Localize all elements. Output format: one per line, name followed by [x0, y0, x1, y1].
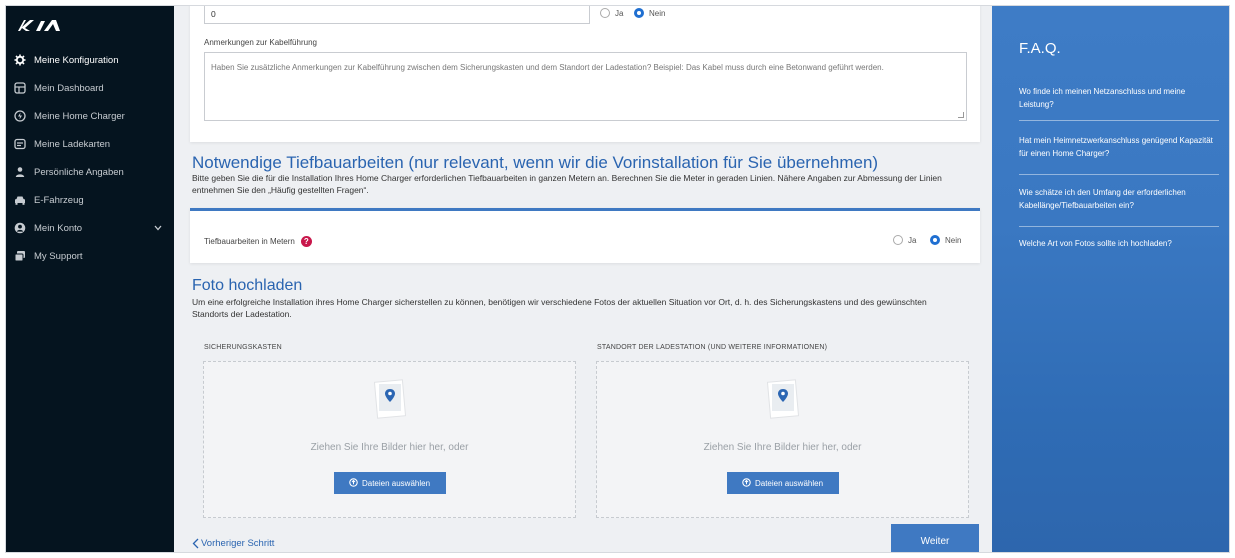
sidebar: Meine Konfiguration Mein Dashboard Meine… [6, 6, 174, 552]
cable-radio-ja[interactable]: Ja [600, 8, 623, 18]
sidebar-nav: Meine Konfiguration Mein Dashboard Meine… [6, 46, 174, 270]
upload-icon [349, 477, 358, 489]
earthworks-field-label: Tiefbauarbeiten in Metern ? [204, 236, 312, 247]
button-label: Dateien auswählen [361, 478, 431, 488]
cable-radio-nein[interactable]: Nein [634, 8, 665, 18]
faq-item[interactable]: Welche Art von Fotos sollte ich hochlade… [1019, 237, 1219, 250]
radio-button [634, 8, 644, 18]
charger-icon [14, 110, 26, 122]
image-placeholder-icon [373, 379, 406, 419]
image-placeholder-icon [766, 379, 799, 419]
sidebar-item-label: Persönliche Angaben [34, 166, 124, 178]
faq-divider [1019, 120, 1219, 121]
dropzone-sicherungskasten[interactable]: Ziehen Sie Ihre Bilder hier her, oder Da… [203, 361, 576, 518]
chevron-down-icon[interactable] [154, 223, 162, 234]
upload-description: Um eine erfolgreiche Installation ihres … [192, 297, 927, 319]
sidebar-item-persoenliche-angaben[interactable]: Persönliche Angaben [6, 158, 174, 186]
upload-heading: Foto hochladen [192, 277, 303, 294]
sidebar-item-label: Mein Dashboard [34, 82, 104, 94]
cable-card: 0 Ja Nein Anmerkungen zur Kabelführung H… [190, 6, 980, 142]
chevron-left-icon [192, 538, 199, 549]
sidebar-item-mein-dashboard[interactable]: Mein Dashboard [6, 74, 174, 102]
earthworks-card: Tiefbauarbeiten in Metern ? Ja Nein [190, 208, 980, 263]
kia-logo[interactable] [16, 16, 64, 34]
gear-icon [14, 54, 26, 66]
next-button[interactable]: Weiter [891, 524, 979, 552]
dropzone-standort[interactable]: Ziehen Sie Ihre Bilder hier her, oder Da… [596, 361, 969, 518]
sidebar-item-label: My Support [34, 250, 83, 262]
earthworks-heading: Notwendige Tiefbauarbeiten (nur relevant… [192, 153, 879, 172]
faq-divider [1019, 226, 1219, 227]
app-window: Meine Konfiguration Mein Dashboard Meine… [5, 5, 1230, 553]
radio-label: Nein [649, 8, 666, 18]
radio-button [930, 235, 940, 245]
choose-files-button[interactable]: Dateien auswählen [333, 472, 446, 494]
previous-step-link[interactable]: Vorheriger Schritt [192, 538, 274, 549]
radio-button [600, 8, 610, 18]
faq-title: F.A.Q. [1019, 40, 1061, 57]
faq-divider [1019, 174, 1219, 175]
faq-item[interactable]: Wie schätze ich den Umfang der erforderl… [1019, 186, 1219, 212]
card-icon [14, 138, 26, 150]
car-icon [14, 194, 26, 206]
sidebar-item-label: Mein Konto [34, 222, 83, 234]
cable-notes-label: Anmerkungen zur Kabelführung [204, 38, 317, 47]
sidebar-item-meine-home-charger[interactable]: Meine Home Charger [6, 102, 174, 130]
radio-label: Ja [615, 8, 624, 18]
help-icon[interactable]: ? [300, 236, 312, 247]
earthworks-description: Bitte geben Sie die für die Installation… [192, 173, 942, 195]
faq-item[interactable]: Hat mein Heimnetzwerkanschluss genügend … [1019, 134, 1219, 160]
resize-handle[interactable] [958, 112, 964, 118]
upload-icon [742, 477, 751, 489]
radio-label: Nein [945, 235, 962, 245]
choose-files-button[interactable]: Dateien auswählen [726, 472, 839, 494]
button-label: Dateien auswählen [754, 478, 824, 488]
link-label: Vorheriger Schritt [201, 538, 275, 549]
radio-label: Ja [908, 235, 917, 245]
sidebar-item-label: Meine Konfiguration [34, 54, 119, 66]
sidebar-item-my-support[interactable]: My Support [6, 242, 174, 270]
sidebar-item-mein-konto[interactable]: Mein Konto [6, 214, 174, 242]
sidebar-item-label: Meine Ladekarten [34, 138, 111, 150]
sidebar-item-e-fahrzeug[interactable]: E-Fahrzeug [6, 186, 174, 214]
cable-notes-textarea[interactable]: Haben Sie zusätzliche Anmerkungen zur Ka… [204, 52, 967, 121]
faq-item[interactable]: Wo finde ich meinen Netzanschluss und me… [1019, 85, 1219, 111]
sidebar-item-label: Meine Home Charger [34, 110, 125, 122]
person-icon [14, 166, 26, 178]
account-icon [14, 222, 26, 234]
cable-length-input[interactable]: 0 [204, 6, 590, 24]
dropzone-text: Ziehen Sie Ihre Bilder hier her, oder [310, 442, 469, 453]
textarea-placeholder: Haben Sie zusätzliche Anmerkungen zur Ka… [211, 63, 884, 72]
dropzone-title-standort: STANDORT DER LADESTATION (UND WEITERE IN… [597, 344, 828, 351]
earthworks-radio-ja[interactable]: Ja [893, 235, 916, 245]
earthworks-radio-nein[interactable]: Nein [930, 235, 961, 245]
support-icon [14, 250, 26, 262]
field-label-text: Tiefbauarbeiten in Metern [204, 237, 295, 246]
dropzone-title-sicherungskasten: SICHERUNGSKASTEN [204, 344, 282, 351]
sidebar-item-meine-ladekarten[interactable]: Meine Ladekarten [6, 130, 174, 158]
main-content: 0 Ja Nein Anmerkungen zur Kabelführung H… [174, 6, 992, 552]
radio-button [893, 235, 903, 245]
faq-panel: F.A.Q. Wo finde ich meinen Netzanschluss… [992, 6, 1229, 552]
dropzone-text: Ziehen Sie Ihre Bilder hier her, oder [703, 442, 862, 453]
dashboard-icon [14, 82, 26, 94]
sidebar-item-meine-konfiguration[interactable]: Meine Konfiguration [6, 46, 174, 74]
sidebar-item-label: E-Fahrzeug [34, 194, 84, 206]
